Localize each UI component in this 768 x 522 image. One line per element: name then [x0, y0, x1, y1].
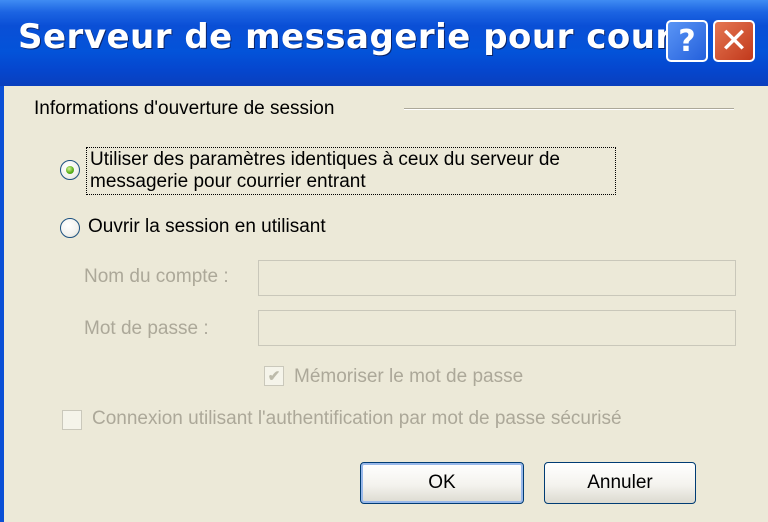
window-title: Serveur de messagerie pour cour… — [18, 17, 708, 57]
log-on-using-label[interactable]: Ouvrir la session en utilisant — [88, 216, 326, 238]
use-incoming-settings-label[interactable]: Utiliser des paramètres identiques à ceu… — [86, 147, 616, 195]
help-icon: ? — [678, 23, 696, 59]
radio-use-incoming-settings[interactable] — [60, 160, 80, 180]
account-name-field[interactable] — [258, 260, 736, 296]
checkmark-icon: ✔ — [267, 368, 281, 385]
close-icon: ✕ — [719, 21, 749, 61]
secure-password-auth-label: Connexion utilisant l'authentification p… — [92, 408, 622, 429]
secure-password-auth-checkbox[interactable] — [62, 410, 82, 430]
remember-password-label: Mémoriser le mot de passe — [294, 366, 524, 387]
password-label: Mot de passe : — [84, 318, 209, 339]
account-name-label: Nom du compte : — [84, 266, 229, 287]
title-bar[interactable]: Serveur de messagerie pour cour… ? ✕ — [0, 0, 768, 86]
password-field[interactable] — [258, 310, 736, 346]
logon-group-label: Informations d'ouverture de session — [34, 98, 335, 119]
radio-log-on-using[interactable] — [60, 218, 80, 238]
close-button[interactable]: ✕ — [713, 20, 755, 62]
ok-button[interactable]: OK — [360, 462, 524, 504]
remember-password-checkbox[interactable]: ✔ — [264, 366, 284, 386]
cancel-button[interactable]: Annuler — [544, 462, 696, 504]
radio-selected-dot — [66, 166, 74, 174]
group-divider — [404, 108, 734, 110]
help-button[interactable]: ? — [666, 20, 708, 62]
